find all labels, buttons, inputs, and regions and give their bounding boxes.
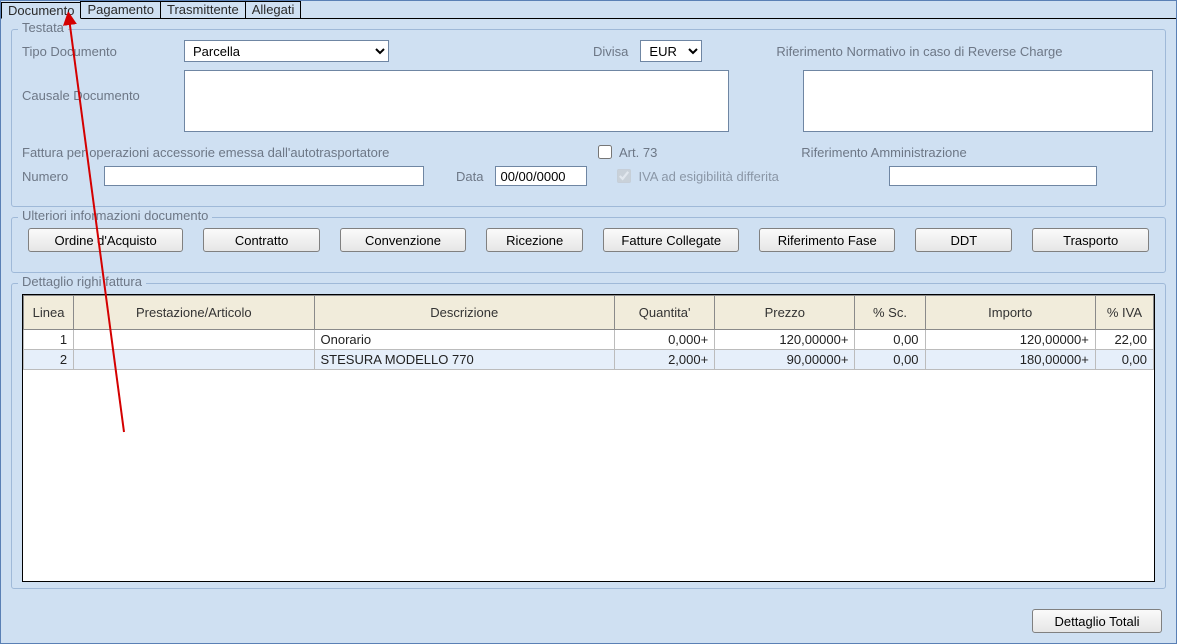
col-quantita[interactable]: Quantita' [615, 296, 715, 330]
tipo-documento-label: Tipo Documento [22, 44, 172, 59]
dettaglio-totali-button[interactable]: Dettaglio Totali [1032, 609, 1162, 633]
table-cell[interactable]: 0,00 [1095, 350, 1153, 370]
art73-input[interactable] [598, 145, 612, 159]
table-row[interactable]: 1Onorario0,000+120,00000+0,00120,00000+2… [24, 330, 1154, 350]
data-label: Data [456, 169, 483, 184]
table-cell[interactable]: 22,00 [1095, 330, 1153, 350]
col-descrizione[interactable]: Descrizione [314, 296, 615, 330]
table-cell[interactable] [74, 350, 314, 370]
table-cell[interactable]: 120,00000+ [715, 330, 855, 350]
riferimento-fase-button[interactable]: Riferimento Fase [759, 228, 895, 252]
rif-amm-label: Riferimento Amministrazione [801, 145, 966, 160]
tipo-documento-select[interactable]: Parcella [184, 40, 389, 62]
numero-input[interactable] [104, 166, 424, 186]
dettaglio-legend: Dettaglio righi fattura [18, 274, 146, 289]
ordine-acquisto-button[interactable]: Ordine d'Acquisto [28, 228, 183, 252]
fattura-accessorie-label: Fattura per operazioni accessorie emessa… [22, 145, 582, 160]
divisa-select[interactable]: EUR [640, 40, 702, 62]
table-cell[interactable]: Onorario [314, 330, 615, 350]
tab-pagamento[interactable]: Pagamento [80, 1, 161, 18]
table-cell[interactable]: 2,000+ [615, 350, 715, 370]
fatture-collegate-button[interactable]: Fatture Collegate [603, 228, 739, 252]
numero-label: Numero [22, 169, 92, 184]
table-cell[interactable]: 90,00000+ [715, 350, 855, 370]
riferimento-normativo-label: Riferimento Normativo in caso di Reverse… [776, 44, 1062, 59]
ricezione-button[interactable]: Ricezione [486, 228, 583, 252]
causale-textarea[interactable] [184, 70, 729, 132]
ddt-button[interactable]: DDT [915, 228, 1012, 252]
table-cell[interactable] [74, 330, 314, 350]
convenzione-button[interactable]: Convenzione [340, 228, 466, 252]
causale-label: Causale Documento [22, 70, 172, 103]
col-sc[interactable]: % Sc. [855, 296, 925, 330]
table-cell[interactable]: 0,00 [855, 350, 925, 370]
contratto-button[interactable]: Contratto [203, 228, 320, 252]
col-prezzo[interactable]: Prezzo [715, 296, 855, 330]
table-cell[interactable]: 0,000+ [615, 330, 715, 350]
table-cell[interactable]: 2 [24, 350, 74, 370]
tab-trasmittente[interactable]: Trasmittente [160, 1, 246, 18]
data-input[interactable] [495, 166, 587, 186]
tab-allegati[interactable]: Allegati [245, 1, 302, 18]
riferimento-normativo-textarea[interactable] [803, 70, 1153, 132]
iva-diff-checkbox[interactable]: IVA ad esigibilità differita [613, 166, 778, 186]
art73-label: Art. 73 [619, 145, 657, 160]
col-linea[interactable]: Linea [24, 296, 74, 330]
dettaglio-table[interactable]: Linea Prestazione/Articolo Descrizione Q… [22, 294, 1155, 582]
tab-documento[interactable]: Documento [1, 2, 81, 19]
iva-diff-input[interactable] [617, 169, 631, 183]
col-importo[interactable]: Importo [925, 296, 1095, 330]
table-row[interactable]: 2STESURA MODELLO 7702,000+90,00000+0,001… [24, 350, 1154, 370]
table-cell[interactable]: 1 [24, 330, 74, 350]
ulteriori-legend: Ulteriori informazioni documento [18, 208, 212, 223]
col-iva[interactable]: % IVA [1095, 296, 1153, 330]
iva-diff-label: IVA ad esigibilità differita [638, 169, 778, 184]
art73-checkbox[interactable]: Art. 73 [594, 142, 657, 162]
trasporto-button[interactable]: Trasporto [1032, 228, 1149, 252]
col-prestazione[interactable]: Prestazione/Articolo [74, 296, 314, 330]
table-cell[interactable]: 120,00000+ [925, 330, 1095, 350]
testata-legend: Testata [18, 20, 68, 35]
rif-amm-input[interactable] [889, 166, 1097, 186]
table-cell[interactable]: STESURA MODELLO 770 [314, 350, 615, 370]
divisa-label: Divisa [593, 44, 628, 59]
table-cell[interactable]: 180,00000+ [925, 350, 1095, 370]
table-cell[interactable]: 0,00 [855, 330, 925, 350]
